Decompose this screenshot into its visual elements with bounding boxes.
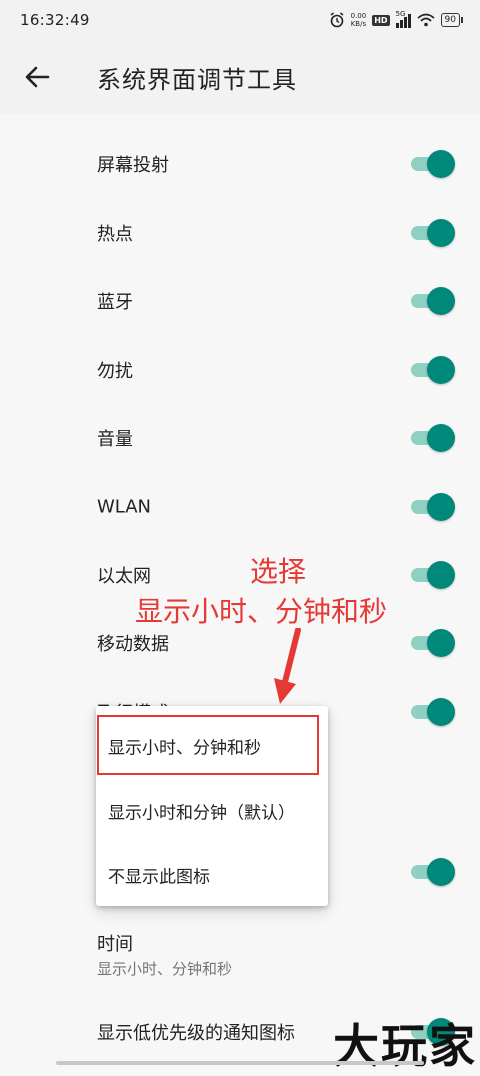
toggle-switch[interactable] — [411, 356, 455, 384]
status-bar: 16:32:49 0.00 KB/s HD 5G 90 — [0, 0, 480, 40]
option-label: 不显示此图标 — [108, 867, 210, 888]
setting-row-volume[interactable]: 音量 — [0, 408, 480, 468]
setting-label: 音量 — [97, 429, 133, 450]
setting-label: 移动数据 — [97, 634, 169, 655]
annotation-text: 显示小时、分钟和秒 — [135, 595, 388, 628]
setting-label: 勿扰 — [97, 361, 133, 382]
annotation-arrow-icon — [274, 628, 301, 704]
setting-row-time[interactable]: 时间 显示小时、分钟和秒 — [0, 922, 480, 982]
status-time: 16:32:49 — [20, 11, 90, 29]
net-speed-value: 0.00 — [350, 12, 367, 20]
alarm-icon — [330, 12, 344, 28]
setting-label: 显示低优先级的通知图标 — [97, 1023, 295, 1044]
battery-indicator: 90 — [440, 13, 464, 27]
net-speed-indicator: 0.00 KB/s — [351, 12, 367, 28]
popup-option-hide[interactable]: 不显示此图标 — [96, 842, 328, 908]
setting-row-hotspot[interactable]: 热点 — [0, 203, 480, 263]
gesture-nav-bar[interactable] — [56, 1061, 424, 1065]
setting-row-dnd[interactable]: 勿扰 — [0, 340, 480, 400]
option-label: 显示小时和分钟（默认） — [108, 803, 295, 824]
toggle-switch[interactable] — [411, 287, 455, 315]
toggle-switch[interactable] — [411, 493, 455, 521]
toggle-switch[interactable] — [411, 698, 455, 726]
setting-title: 时间 — [97, 934, 133, 955]
setting-label: 蓝牙 — [97, 292, 133, 313]
toggle-switch[interactable] — [411, 150, 455, 178]
status-icons: 0.00 KB/s HD 5G 90 — [329, 9, 464, 30]
annotation-text: 选择 — [250, 555, 307, 588]
toggle-switch[interactable] — [411, 561, 455, 589]
toggle-switch[interactable] — [411, 424, 455, 452]
watermark: 大玩家 — [333, 1019, 477, 1073]
signal-type-label: 5G — [395, 9, 406, 18]
setting-subtitle: 显示小时、分钟和秒 — [97, 960, 233, 978]
toggle-switch[interactable] — [411, 858, 455, 886]
setting-row-screen-cast[interactable]: 屏幕投射 — [0, 134, 480, 194]
setting-label: 热点 — [97, 224, 133, 245]
setting-label: 屏幕投射 — [97, 155, 169, 176]
setting-label: WLAN — [97, 496, 152, 518]
page-title: 系统界面调节工具 — [97, 66, 297, 94]
setting-row-bluetooth[interactable]: 蓝牙 — [0, 271, 480, 331]
toggle-switch[interactable] — [411, 219, 455, 247]
hd-badge: HD — [372, 14, 390, 26]
toggle-switch[interactable] — [411, 629, 455, 657]
cellular-signal-icon: 5G — [395, 9, 411, 28]
setting-row-wlan[interactable]: WLAN — [0, 477, 480, 537]
setting-label: 以太网 — [97, 566, 151, 587]
app-bar: 系统界面调节工具 — [0, 40, 480, 114]
net-speed-unit: KB/s — [350, 20, 367, 28]
arrow-back-icon[interactable] — [22, 62, 52, 92]
wifi-icon — [416, 13, 435, 27]
selection-highlight-box — [97, 715, 319, 775]
popup-option-hm-default[interactable]: 显示小时和分钟（默认） — [96, 778, 328, 844]
